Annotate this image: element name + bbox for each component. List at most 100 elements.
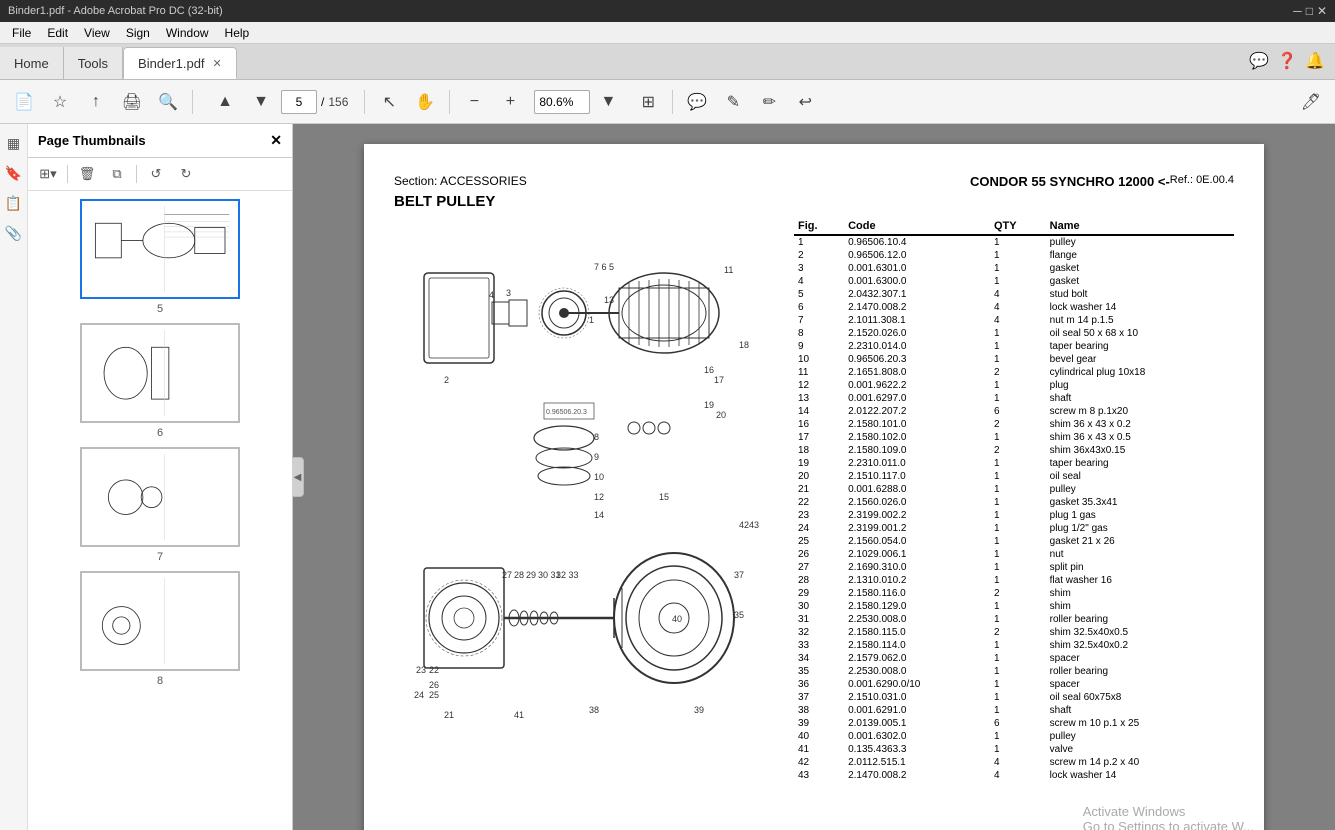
thumbnail-page-7[interactable]: 7 [80, 447, 240, 563]
thumbnail-page-5[interactable]: 5 [80, 199, 240, 315]
notification-icon[interactable]: 🔔 [1305, 51, 1325, 71]
cell-name: shaft [1046, 704, 1234, 717]
cell-code: 2.0122.207.2 [844, 405, 990, 418]
thumb-label-7: 7 [157, 551, 163, 563]
svg-text:1: 1 [589, 315, 594, 325]
create-btn[interactable]: 📄 [8, 86, 40, 118]
cell-qty: 1 [990, 743, 1046, 756]
thumb-image-5 [80, 199, 240, 299]
cell-qty: 4 [990, 756, 1046, 769]
menu-view[interactable]: View [76, 24, 118, 42]
menu-edit[interactable]: Edit [39, 24, 76, 42]
close-btn[interactable]: ✕ [1317, 4, 1327, 18]
cell-code: 2.2310.014.0 [844, 340, 990, 353]
cell-fig: 2 [794, 249, 844, 262]
menu-help[interactable]: Help [217, 24, 258, 42]
cell-fig: 5 [794, 288, 844, 301]
table-row: 182.1580.109.02shim 36x43x0.15 [794, 444, 1234, 457]
table-row: 292.1580.116.02shim [794, 587, 1234, 600]
tab-close-btn[interactable]: ✕ [213, 57, 222, 70]
sb-replace-btn[interactable]: ⧉ [103, 162, 131, 186]
svg-text:0.96506.20.3: 0.96506.20.3 [546, 409, 587, 416]
cell-qty: 1 [990, 392, 1046, 405]
thumbnails-icon[interactable]: ▦ [3, 132, 25, 154]
tab-document[interactable]: Binder1.pdf ✕ [123, 47, 237, 79]
cell-name: shim 32.5x40x0.2 [1046, 639, 1234, 652]
cell-qty: 1 [990, 483, 1046, 496]
pdf-part-title: BELT PULLEY [384, 193, 1244, 210]
print-btn[interactable]: 🖨 [116, 86, 148, 118]
annotate-btn[interactable]: ✎ [717, 86, 749, 118]
cell-qty: 2 [990, 587, 1046, 600]
cell-name: nut m 14 p.1.5 [1046, 314, 1234, 327]
sb-layout-btn[interactable]: ⊞▾ [34, 162, 62, 186]
cell-code: 2.2310.011.0 [844, 457, 990, 470]
tab-home[interactable]: Home [0, 47, 64, 79]
table-row: 242.3199.001.21plug 1/2" gas [794, 522, 1234, 535]
collapse-sidebar-btn[interactable]: ◀ [292, 457, 304, 497]
cell-code: 2.1651.808.0 [844, 366, 990, 379]
redact-btn[interactable]: ✏ [753, 86, 785, 118]
sidebar-close-btn[interactable]: ✕ [270, 132, 282, 149]
table-row: 222.1560.026.01gasket 35.3x41 [794, 496, 1234, 509]
cell-qty: 1 [990, 262, 1046, 275]
signature-btn[interactable]: 🖊 [1295, 86, 1327, 118]
cell-code: 2.1580.129.0 [844, 600, 990, 613]
cell-code: 2.1470.008.2 [844, 769, 990, 782]
cell-code: 0.001.6291.0 [844, 704, 990, 717]
tab-tools[interactable]: Tools [64, 47, 123, 79]
menu-window[interactable]: Window [158, 24, 217, 42]
svg-text:18: 18 [739, 340, 749, 350]
cell-name: screw m 10 p.1 x 25 [1046, 717, 1234, 730]
thumb-content-7 [82, 449, 238, 545]
search-btn[interactable]: 🔍 [152, 86, 184, 118]
minimize-btn[interactable]: ─ [1293, 4, 1302, 18]
layers-icon[interactable]: 📋 [3, 192, 25, 214]
prev-page-btn[interactable]: ▲ [209, 86, 241, 118]
cell-qty: 1 [990, 678, 1046, 691]
menu-bar: File Edit View Sign Window Help [0, 22, 1335, 44]
sb-redo-btn[interactable]: ↻ [172, 162, 200, 186]
bookmark-btn[interactable]: ☆ [44, 86, 76, 118]
zoom-dropdown-btn[interactable]: ▼ [592, 86, 624, 118]
pdf-area[interactable]: Section: ACCESSORIES CONDOR 55 SYNCHRO 1… [293, 124, 1335, 830]
stamp-btn[interactable]: ↩ [789, 86, 821, 118]
cell-fig: 40 [794, 730, 844, 743]
window-controls[interactable]: ─ □ ✕ [1293, 4, 1327, 18]
share-btn[interactable]: ↑ [80, 86, 112, 118]
sb-undo-btn[interactable]: ↺ [142, 162, 170, 186]
pdf-page: Section: ACCESSORIES CONDOR 55 SYNCHRO 1… [364, 144, 1264, 830]
sidebar: Page Thumbnails ✕ ⊞▾ 🗑 ⧉ ↺ ↻ [28, 124, 293, 830]
attachments-icon[interactable]: 📎 [3, 222, 25, 244]
menu-sign[interactable]: Sign [118, 24, 158, 42]
menu-file[interactable]: File [4, 24, 39, 42]
cell-name: flange [1046, 249, 1234, 262]
fit-page-btn[interactable]: ⊞ [632, 86, 664, 118]
zoom-input[interactable]: 80.6% [534, 90, 590, 114]
thumbnail-page-8[interactable]: 8 [80, 571, 240, 687]
cell-code: 0.001.6297.0 [844, 392, 990, 405]
help-icon[interactable]: ❓ [1277, 51, 1297, 71]
parts-diagram-svg: 11 18 2 [394, 218, 774, 738]
select-tool-btn[interactable]: ↖ [373, 86, 405, 118]
page-input[interactable]: 5 [281, 90, 317, 114]
zoom-in-btn[interactable]: + [494, 86, 526, 118]
zoom-out-btn[interactable]: − [458, 86, 490, 118]
sb-delete-btn[interactable]: 🗑 [73, 162, 101, 186]
svg-text:26: 26 [429, 680, 439, 690]
cell-name: plug 1/2" gas [1046, 522, 1234, 535]
cell-name: lock washer 14 [1046, 301, 1234, 314]
comment-btn[interactable]: 💬 [681, 86, 713, 118]
thumbnail-page-6[interactable]: 6 [80, 323, 240, 439]
maximize-btn[interactable]: □ [1306, 4, 1313, 18]
cell-code: 0.001.6288.0 [844, 483, 990, 496]
next-page-btn[interactable]: ▼ [245, 86, 277, 118]
cell-code: 2.1011.308.1 [844, 314, 990, 327]
chat-icon[interactable]: 💬 [1249, 51, 1269, 71]
thumb-label-8: 8 [157, 675, 163, 687]
svg-text:38: 38 [589, 705, 599, 715]
watermark-line2: Go to Settings to activate W... [1083, 819, 1254, 830]
pan-tool-btn[interactable]: ✋ [409, 86, 441, 118]
cell-code: 2.1560.026.0 [844, 496, 990, 509]
bookmarks-icon[interactable]: 🔖 [3, 162, 25, 184]
